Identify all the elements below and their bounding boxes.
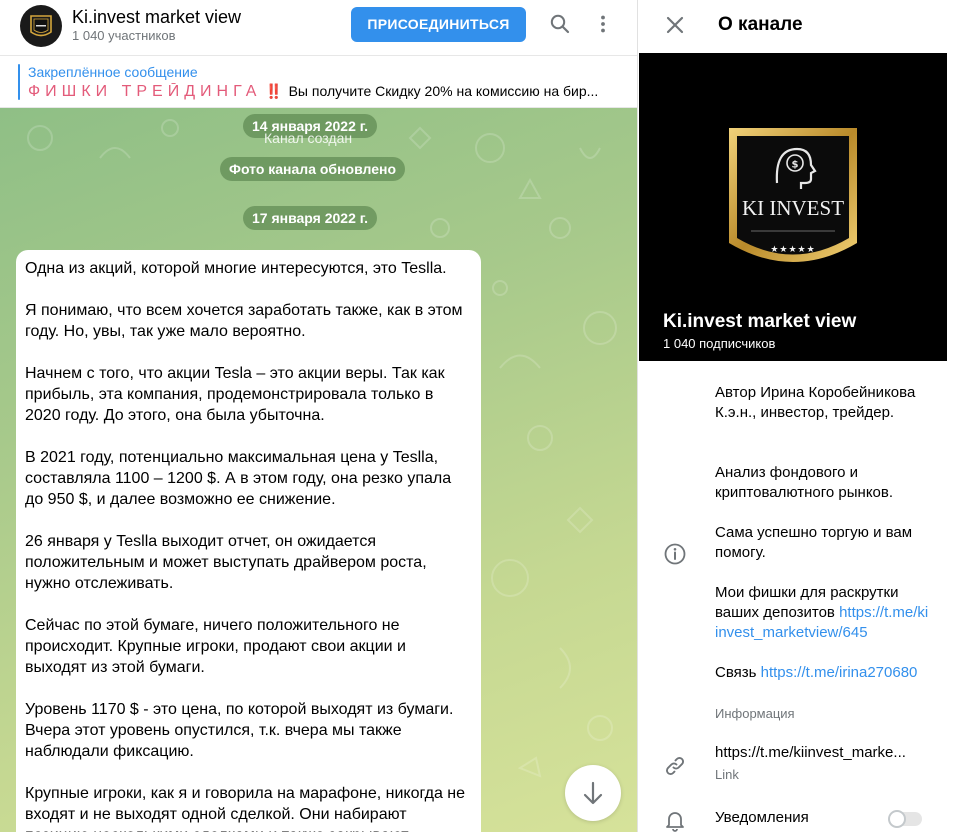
link-caption: Link — [715, 767, 739, 782]
message-paragraph: 26 января у Teslla выходит отчет, он ожи… — [25, 533, 427, 592]
chat-area: Ki.invest market view 1 040 участников П… — [0, 0, 637, 832]
notifications-toggle[interactable] — [888, 810, 922, 828]
about-line-5: Связь https://t.me/irina270680 — [715, 663, 929, 683]
members-count: 1 040 участников — [72, 28, 176, 43]
message-paragraph: Крупные игроки, как я и говорила на мара… — [25, 785, 466, 832]
about-line-1: Автор Ирина Коробейникова К.э.н., инвест… — [715, 384, 916, 421]
chat-header[interactable]: Ki.invest market view 1 040 участников П… — [0, 0, 637, 56]
about-line-2: Анализ фондового и криптовалютного рынко… — [715, 464, 894, 501]
pinned-indicator — [18, 64, 20, 100]
pinned-text: ФИШКИ ТРЕЙДИНГА ‼️ Вы получите Скидку 20… — [28, 83, 618, 101]
cover-channel-name: Ki.invest market view — [663, 311, 857, 332]
join-button[interactable]: ПРИСОЕДИНИТЬСЯ — [351, 7, 526, 42]
info-icon — [663, 542, 687, 566]
more-vertical-icon[interactable] — [591, 12, 615, 36]
info-caption: Информация — [715, 706, 795, 721]
channel-info-panel: О канале $ KI INVEST ★★★★★ Ki.invest mar… — [637, 0, 953, 832]
message-paragraph: Уровень 1170 $ - это цена, по которой вы… — [25, 701, 454, 760]
channel-link[interactable]: https://t.me/kiinvest_marke... — [715, 743, 937, 763]
double-exclamation-icon: ‼️ — [265, 83, 283, 99]
message-paragraph: Сейчас по этой бумаге, ничего положитель… — [25, 617, 406, 676]
logo-text: KI INVEST — [742, 196, 844, 220]
pinned-message[interactable]: Закреплённое сообщение ФИШКИ ТРЕЙДИНГА ‼… — [0, 56, 637, 108]
contact-link[interactable]: https://t.me/irina270680 — [761, 664, 918, 681]
cover-subscribers: 1 040 подписчиков — [663, 336, 776, 351]
scroll-down-button[interactable] — [565, 765, 621, 821]
about-line-3: Сама успешно торгую и вам помогу. — [715, 524, 913, 561]
about-line-5-text: Связь — [715, 664, 761, 681]
service-photo-updated: Фото канала обновлено — [220, 157, 406, 181]
message-paragraph: Начнем с того, что акции Tesla – это акц… — [25, 365, 445, 424]
arrow-down-icon — [583, 781, 603, 805]
close-icon[interactable] — [665, 15, 685, 35]
channel-cover: $ KI INVEST ★★★★★ Ki.invest market view … — [639, 53, 947, 361]
bell-icon — [663, 808, 687, 832]
message-bubble[interactable]: Одна из акций, которой многие интересуют… — [16, 250, 481, 832]
toggle-knob — [888, 810, 906, 828]
link-icon — [663, 754, 687, 778]
panel-title: О канале — [718, 14, 803, 35]
search-icon[interactable] — [548, 12, 572, 36]
service-channel-created: Канал создан — [264, 130, 353, 146]
svg-text:$: $ — [792, 160, 799, 171]
channel-avatar[interactable] — [20, 5, 62, 47]
message-paragraph: В 2021 году, потенциально максимальная ц… — [25, 449, 452, 508]
logo-stars: ★★★★★ — [770, 245, 815, 255]
channel-title[interactable]: Ki.invest market view — [72, 7, 241, 28]
date-separator: 17 января 2022 г. — [243, 206, 378, 230]
message-paragraph: Одна из акций, которой многие интересуют… — [25, 260, 447, 277]
message-paragraph: Я понимаю, что всем хочется заработать т… — [25, 302, 463, 340]
pinned-body: Вы получите Скидку 20% на комиссию на би… — [288, 83, 599, 99]
pinned-fancy-title: ФИШКИ ТРЕЙДИНГА — [28, 83, 262, 100]
pinned-label: Закреплённое сообщение — [28, 64, 198, 80]
about-line-4: Мои фишки для раскрутки ваших депозитов … — [715, 583, 929, 643]
